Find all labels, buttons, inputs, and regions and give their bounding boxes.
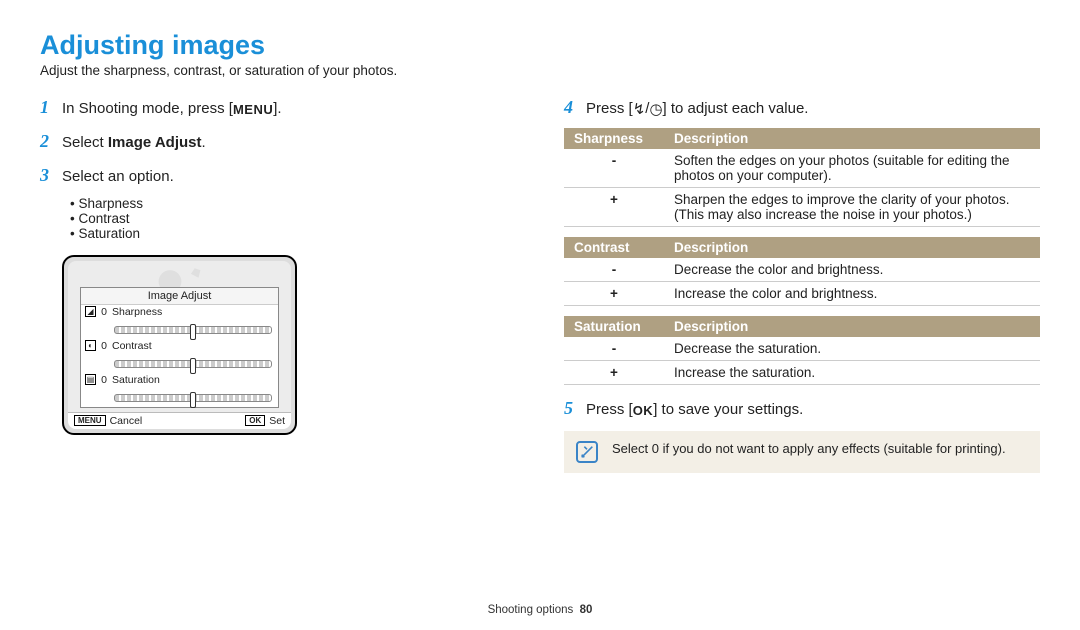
step-4: 4 Press [↯/◷] to adjust each value. xyxy=(564,94,1040,122)
lcd-popup-title: Image Adjust xyxy=(81,288,278,305)
table-header: Sharpness xyxy=(564,128,664,149)
step-text: Select Image Adjust. xyxy=(62,131,516,154)
contrast-icon: ◐ xyxy=(85,340,96,351)
lcd-popup: Image Adjust ◢ 0 Sharpness ◐ 0 Contrast xyxy=(80,287,279,408)
page-title: Adjusting images xyxy=(40,30,1040,61)
step-number: 1 xyxy=(40,94,62,122)
cell-desc: Increase the color and brightness. xyxy=(664,281,1040,305)
cell-desc: Decrease the saturation. xyxy=(664,337,1040,361)
lcd-row-saturation: ▤ 0 Saturation xyxy=(81,373,278,387)
label: ] to save your settings. xyxy=(653,401,803,418)
cell-desc: Increase the saturation. xyxy=(664,360,1040,384)
step-number: 3 xyxy=(40,162,62,190)
sharpness-table: Sharpness Description - Soften the edges… xyxy=(564,128,1040,227)
label: . xyxy=(202,134,206,151)
table-row: + Increase the saturation. xyxy=(564,360,1040,384)
contrast-table: Contrast Description - Decrease the colo… xyxy=(564,237,1040,306)
slider-label: Sharpness xyxy=(112,306,274,318)
note-icon xyxy=(576,441,598,463)
note-box: Select 0 if you do not want to apply any… xyxy=(564,431,1040,473)
step-number: 2 xyxy=(40,128,62,156)
table-header: Description xyxy=(664,316,1040,337)
right-column: 4 Press [↯/◷] to adjust each value. Shar… xyxy=(564,94,1040,473)
list-item: Sharpness xyxy=(70,196,516,211)
saturation-table: Saturation Description - Decrease the sa… xyxy=(564,316,1040,385)
label: Press [ xyxy=(586,401,633,418)
slider-value: 0 xyxy=(99,374,109,386)
table-row: - Decrease the saturation. xyxy=(564,337,1040,361)
cell-desc: Sharpen the edges to improve the clarity… xyxy=(664,187,1040,226)
step-2: 2 Select Image Adjust. xyxy=(40,128,516,156)
list-item: Contrast xyxy=(70,211,516,226)
step-1: 1 In Shooting mode, press [MENU]. xyxy=(40,94,516,122)
slider-label: Saturation xyxy=(112,374,274,386)
table-row: - Decrease the color and brightness. xyxy=(564,258,1040,282)
lcd-row-contrast: ◐ 0 Contrast xyxy=(81,339,278,353)
timer-icon: ◷ xyxy=(649,101,662,118)
cell-desc: Soften the edges on your photos (suitabl… xyxy=(664,149,1040,188)
cell-key: + xyxy=(564,187,664,226)
lcd-screenshot: Image Adjust ◢ 0 Sharpness ◐ 0 Contrast xyxy=(62,255,297,435)
table-header: Saturation xyxy=(564,316,664,337)
list-item: Saturation xyxy=(70,226,516,241)
cell-key: - xyxy=(564,149,664,188)
table-header: Contrast xyxy=(564,237,664,258)
table-row: - Soften the edges on your photos (suita… xyxy=(564,149,1040,188)
cell-key: - xyxy=(564,337,664,361)
cell-key: + xyxy=(564,281,664,305)
cell-key: + xyxy=(564,360,664,384)
label: Select xyxy=(62,134,108,151)
step-text: In Shooting mode, press [MENU]. xyxy=(62,97,516,120)
step-text: Press [OK] to save your settings. xyxy=(586,398,1040,421)
table-header: Description xyxy=(664,128,1040,149)
label: ] to adjust each value. xyxy=(663,100,809,117)
step-number: 5 xyxy=(564,395,586,423)
label: In Shooting mode, press [ xyxy=(62,100,233,117)
footer-section: Shooting options xyxy=(488,604,574,616)
cell-desc: Decrease the color and brightness. xyxy=(664,258,1040,282)
sharpness-slider xyxy=(114,326,272,334)
footer-page-number: 80 xyxy=(580,604,593,616)
slider-label: Contrast xyxy=(112,340,274,352)
label: Press [ xyxy=(586,100,633,117)
step-number: 4 xyxy=(564,94,586,122)
table-row: + Increase the color and brightness. xyxy=(564,281,1040,305)
saturation-icon: ▤ xyxy=(85,374,96,385)
step-text: Select an option. xyxy=(62,165,516,188)
step-5: 5 Press [OK] to save your settings. xyxy=(564,395,1040,423)
table-row: + Sharpen the edges to improve the clari… xyxy=(564,187,1040,226)
slider-value: 0 xyxy=(99,306,109,318)
label: ]. xyxy=(273,100,281,117)
sharpness-icon: ◢ xyxy=(85,306,96,317)
table-header: Description xyxy=(664,237,1040,258)
note-text: Select 0 if you do not want to apply any… xyxy=(612,441,1006,456)
saturation-slider xyxy=(114,394,272,402)
menu-button-label: MENU xyxy=(233,100,273,120)
step-text: Press [↯/◷] to adjust each value. xyxy=(586,97,1040,121)
lcd-row-sharpness: ◢ 0 Sharpness xyxy=(81,305,278,319)
emphasis: Image Adjust xyxy=(108,134,202,151)
contrast-slider xyxy=(114,360,272,368)
left-column: 1 In Shooting mode, press [MENU]. 2 Sele… xyxy=(40,94,516,473)
step-3: 3 Select an option. xyxy=(40,162,516,190)
page-footer: Shooting options 80 xyxy=(0,604,1080,616)
option-bullet-list: Sharpness Contrast Saturation xyxy=(40,196,516,241)
slider-value: 0 xyxy=(99,340,109,352)
flash-icon: ↯ xyxy=(633,101,646,118)
page-subtitle: Adjust the sharpness, contrast, or satur… xyxy=(40,63,1040,78)
ok-button-label: OK xyxy=(633,401,654,421)
cell-key: - xyxy=(564,258,664,282)
